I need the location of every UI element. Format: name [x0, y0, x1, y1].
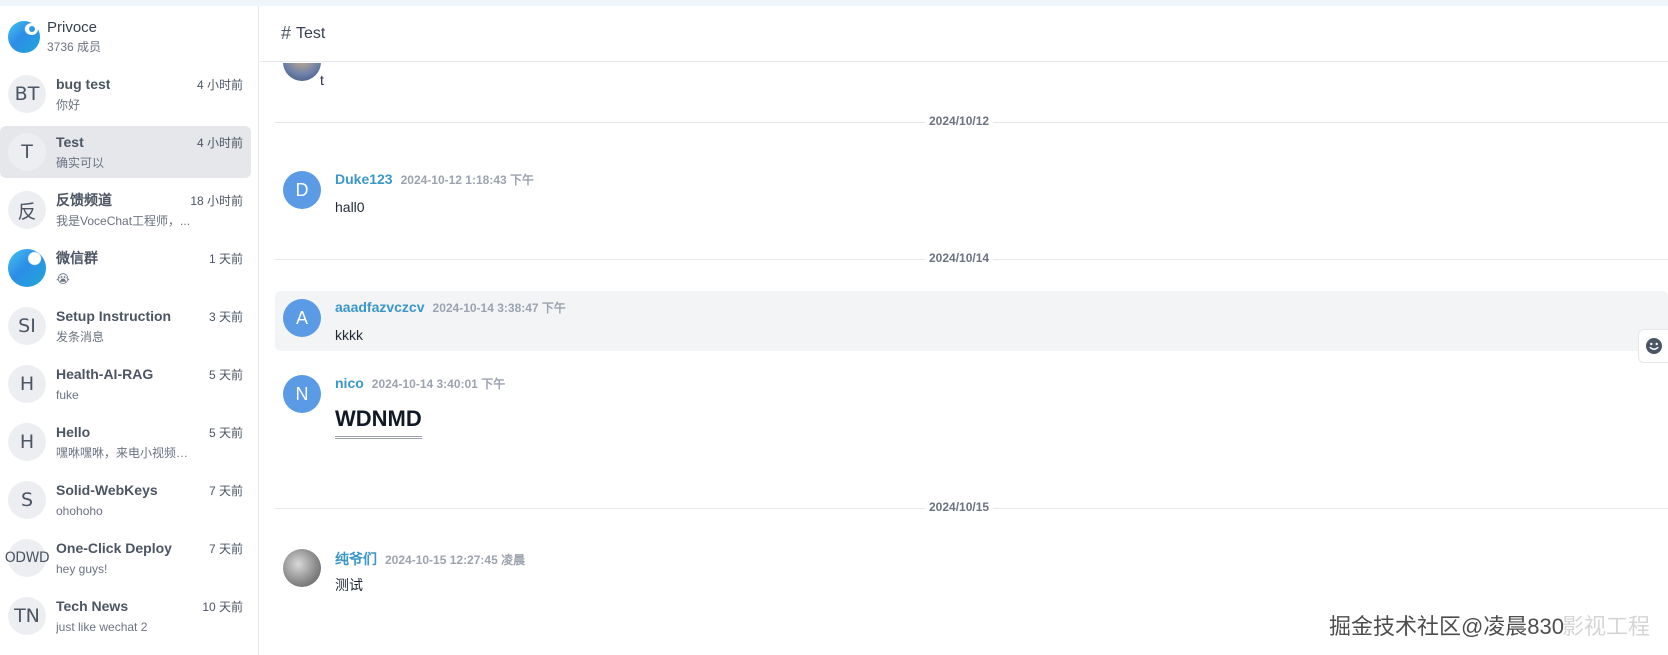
smiley-icon — [1645, 338, 1662, 354]
channel-time: 5 天前 — [208, 368, 243, 382]
channel-item-hello[interactable]: H Hello 5 天前 嘿咻嘿咻，来电小视频啊... — [0, 416, 251, 468]
date-divider-label: 2024/10/12 — [925, 114, 994, 128]
channel-last-message: 😭 — [56, 272, 71, 286]
channel-item-solid-webkeys[interactable]: S Solid-WebKeys 7 天前 ohohoho — [0, 474, 251, 526]
hash-icon: # — [281, 23, 292, 43]
channel-name: 微信群 — [56, 250, 98, 266]
user-avatar[interactable] — [283, 549, 321, 587]
channel-last-message: 发条消息 — [56, 330, 105, 344]
date-divider: 2024/10/15 — [275, 500, 1668, 518]
server-name: Privoce — [47, 19, 98, 36]
channel-last-message: 确实可以 — [56, 156, 105, 170]
channel-avatar: T — [8, 133, 46, 171]
message-item[interactable]: N nico 2024-10-14 3:40:01 下午 WDNMD — [275, 367, 1668, 447]
channel-sidebar: Privoce 3736 成员 BT bug test 4 小时前 你好 T T… — [0, 6, 259, 655]
chat-main: # Test t 2024/10/12 D Duke123 2024-10-12… — [260, 6, 1668, 655]
channel-last-message: ohohoho — [56, 504, 103, 518]
user-avatar[interactable]: N — [283, 375, 321, 413]
user-avatar[interactable]: D — [283, 171, 321, 209]
watermark-ghost-text: 影视工程 — [1561, 614, 1650, 639]
channel-item-setup-instruction[interactable]: SI Setup Instruction 3 天前 发条消息 — [0, 300, 251, 352]
channel-last-message: hey guys! — [56, 562, 108, 576]
message-feed[interactable]: t 2024/10/12 D Duke123 2024-10-12 1:18:4… — [260, 63, 1668, 655]
date-divider: 2024/10/12 — [275, 114, 1668, 132]
channel-name: One-Click Deploy — [56, 540, 172, 556]
channel-item-tech-news[interactable]: TN Tech News 10 天前 just like wechat 2 — [0, 590, 251, 642]
channel-header: # Test — [260, 6, 1668, 62]
channel-list: BT bug test 4 小时前 你好 T Test 4 小时前 确实可以 反 — [0, 68, 258, 642]
channel-last-message: 你好 — [56, 98, 81, 112]
message-timestamp: 2024-10-14 3:40:01 下午 — [371, 377, 506, 391]
channel-name: Health-AI-RAG — [56, 366, 154, 382]
message-text: kkkk — [335, 327, 363, 343]
message-item[interactable]: 纯爷们 2024-10-15 12:27:45 凌晨 测试 — [275, 541, 1668, 602]
channel-name: bug test — [56, 76, 111, 92]
channel-time: 4 小时前 — [196, 78, 243, 92]
channel-avatar-logo — [8, 249, 46, 287]
watermark: 掘金技术社区@凌晨830影视工程 — [1329, 609, 1650, 641]
channel-name: 反馈频道 — [56, 192, 112, 208]
date-divider: 2024/10/14 — [275, 251, 1668, 269]
channel-avatar: TN — [8, 597, 46, 635]
server-header[interactable]: Privoce 3736 成员 — [0, 6, 258, 68]
message-item[interactable]: A aaadfazvczcv 2024-10-14 3:38:47 下午 kkk… — [275, 291, 1668, 351]
channel-last-message: just like wechat 2 — [56, 620, 148, 634]
channel-avatar: H — [8, 423, 46, 461]
message-timestamp: 2024-10-12 1:18:43 下午 — [400, 173, 535, 187]
channel-title: Test — [296, 24, 326, 42]
channel-item-test[interactable]: T Test 4 小时前 确实可以 — [0, 126, 251, 178]
user-avatar[interactable] — [283, 63, 321, 81]
channel-name: Test — [56, 134, 84, 150]
channel-last-message: 嘿咻嘿咻，来电小视频啊... — [56, 446, 196, 460]
channel-avatar: 反 — [8, 191, 46, 229]
channel-name: Hello — [56, 424, 91, 440]
channel-time: 1 天前 — [208, 252, 243, 266]
channel-last-message: fuke — [56, 388, 79, 402]
channel-name: Tech News — [56, 598, 129, 614]
message-author[interactable]: nico — [335, 375, 364, 391]
message-text: 测试 — [335, 577, 363, 593]
message-timestamp: 2024-10-14 3:38:47 下午 — [432, 301, 566, 315]
channel-time: 7 天前 — [208, 484, 243, 498]
message-heading: WDNMD — [335, 406, 422, 439]
server-logo — [8, 21, 40, 53]
user-avatar[interactable]: A — [283, 299, 321, 337]
message-author[interactable]: 纯爷们 — [335, 549, 377, 569]
date-divider-label: 2024/10/14 — [925, 251, 994, 265]
channel-time: 3 天前 — [208, 310, 243, 324]
channel-avatar: ODWD — [5, 539, 50, 577]
channel-item-bug-test[interactable]: BT bug test 4 小时前 你好 — [0, 68, 251, 120]
server-member-count: 3736 成员 — [47, 40, 102, 54]
channel-item-wechat-group[interactable]: 微信群 1 天前 😭 — [0, 242, 251, 294]
channel-avatar: SI — [8, 307, 46, 345]
emoji-reaction-button[interactable] — [1638, 329, 1668, 363]
channel-time: 5 天前 — [208, 426, 243, 440]
channel-avatar: H — [8, 365, 46, 403]
channel-item-one-click-deploy[interactable]: ODWD One-Click Deploy 7 天前 hey guys! — [0, 532, 251, 584]
watermark-text: 掘金技术社区@凌晨830 — [1328, 614, 1564, 639]
channel-avatar: S — [8, 481, 46, 519]
message-item[interactable]: D Duke123 2024-10-12 1:18:43 下午 hall0 — [275, 163, 1668, 224]
channel-last-message: 我是VoceChat工程师，... — [56, 214, 191, 228]
message-text: hall0 — [335, 199, 365, 215]
channel-time: 4 小时前 — [196, 136, 243, 150]
channel-item-health-ai-rag[interactable]: H Health-AI-RAG 5 天前 fuke — [0, 358, 251, 410]
message-author[interactable]: aaadfazvczcv — [335, 299, 425, 315]
message-author[interactable]: Duke123 — [335, 171, 393, 187]
channel-item-feedback[interactable]: 反 反馈频道 18 小时前 我是VoceChat工程师，... — [0, 184, 251, 236]
channel-avatar: BT — [8, 75, 46, 113]
message-timestamp: 2024-10-15 12:27:45 凌晨 — [385, 553, 526, 567]
channel-time: 7 天前 — [208, 542, 243, 556]
channel-name: Setup Instruction — [56, 308, 172, 324]
message-text: t — [320, 72, 324, 88]
channel-time: 10 天前 — [202, 600, 243, 614]
date-divider-label: 2024/10/15 — [925, 500, 994, 514]
channel-time: 18 小时前 — [190, 194, 243, 208]
channel-name: Solid-WebKeys — [56, 482, 158, 498]
